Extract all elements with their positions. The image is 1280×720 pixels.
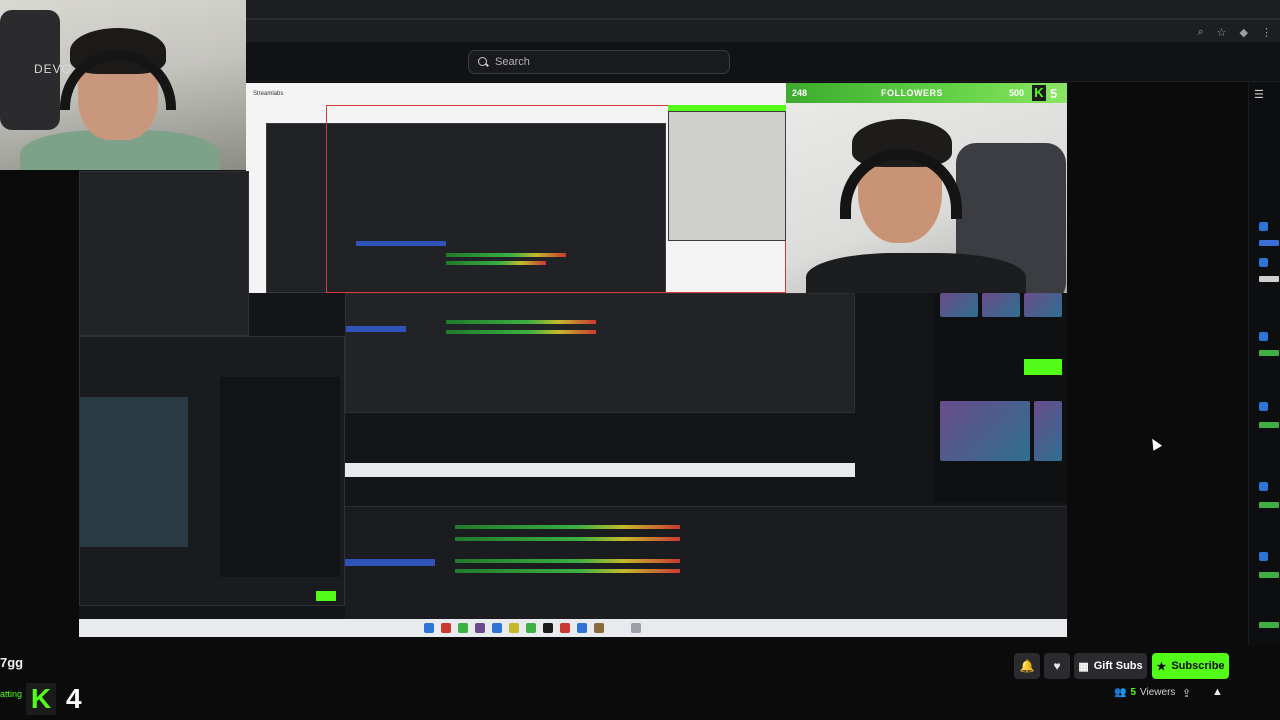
chat-badge-icon <box>1259 552 1268 561</box>
search-icon <box>478 57 488 67</box>
subscribe-button[interactable]: ★ Subscribe <box>1152 653 1229 679</box>
streamlabs-window-title: Streamlabs <box>253 91 284 97</box>
gift-subs-label: Gift Subs <box>1093 660 1143 672</box>
nested-windows-taskbar <box>79 619 1067 637</box>
nested-recommended-cards <box>934 293 1067 503</box>
followers-current: 248 <box>792 88 808 98</box>
browser-toolbar-icons: ⌕ ☆ ◆ ⋮ <box>1197 26 1272 39</box>
nested-taskbar-icon <box>441 623 451 633</box>
nested-enter-banner <box>1024 359 1062 375</box>
stream-info-bar: 7gg atting K 4 🔔 ♥ ▦ Gift Subs ★ Subscri… <box>0 645 1280 720</box>
nested-webcam <box>668 111 786 241</box>
extension-shield-icon[interactable]: ◆ <box>1240 26 1248 39</box>
nested-taskbar-icon <box>509 623 519 633</box>
nested-taskbar-icon <box>631 623 641 633</box>
nested-taskbar-icon <box>492 623 502 633</box>
kick-overlay-count: 4 <box>66 683 82 714</box>
chat-badge-icon <box>1259 482 1268 491</box>
nested-obs-docks <box>345 293 855 413</box>
chat-badge-icon <box>1259 332 1268 341</box>
followers-goal: 500 <box>1009 88 1025 98</box>
subscribe-label: Subscribe <box>1171 660 1225 672</box>
chat-username <box>1259 350 1279 356</box>
chat-message <box>1259 276 1279 282</box>
viewers-icon: 👥 <box>1114 687 1127 698</box>
notification-bell-button[interactable]: 🔔 <box>1014 653 1040 679</box>
nested-live-thumbnail <box>940 401 1030 461</box>
share-icon[interactable]: ⇪ <box>1182 687 1191 700</box>
nested-scene-selected <box>345 559 435 566</box>
nested-card-thumbnail <box>982 293 1020 317</box>
nested-scene-highlight <box>356 241 446 246</box>
nested-chat-send <box>316 591 336 601</box>
streamer-webcam-main <box>786 103 1067 293</box>
nested-kick-chat <box>220 377 340 577</box>
viewers-label: Viewers <box>1140 687 1176 698</box>
nested-card-thumbnail <box>1024 293 1062 317</box>
chat-badge-icon <box>1259 258 1268 267</box>
nested-kick-page <box>79 336 345 606</box>
browser-menu-icon[interactable]: ⋮ <box>1261 26 1272 39</box>
nested-taskbar-icon <box>577 623 587 633</box>
chat-panel-edge <box>1248 82 1280 672</box>
bookmark-star-icon[interactable]: ☆ <box>1217 26 1227 39</box>
chat-username <box>1259 422 1279 428</box>
chat-username <box>1259 572 1279 578</box>
followers-goal-bar: 248 FOLLOWERS 500 K 5 <box>786 83 1067 103</box>
gift-subs-button[interactable]: ▦ Gift Subs <box>1074 653 1147 679</box>
chair-logo: DEVO <box>34 62 73 76</box>
viewers-number: 5 <box>1130 687 1137 698</box>
nested-taskbar-icon <box>475 623 485 633</box>
nested-audio-meter <box>455 569 680 573</box>
nested-audio-meter <box>446 261 546 265</box>
viewer-count: 👥 5 Viewers <box>1114 687 1175 698</box>
nested-obs-bottom-docks <box>345 506 1067 623</box>
mouse-cursor-icon <box>1147 436 1163 451</box>
nested-audio-meter <box>446 320 596 324</box>
nested-scene-selected <box>346 326 406 332</box>
channel-name[interactable]: 7gg <box>0 655 23 670</box>
nested-card-thumbnail <box>940 293 978 317</box>
nested-audio-meter <box>455 537 680 541</box>
chat-username <box>1259 622 1279 628</box>
nested-audio-meter <box>446 330 596 334</box>
star-icon: ★ <box>1156 660 1167 673</box>
nested-taskbar-icon <box>560 623 570 633</box>
chat-username <box>1259 240 1279 246</box>
search-placeholder: Search <box>495 56 530 68</box>
webcam-overlay: DEVO <box>0 0 246 170</box>
nested-audio-meter <box>455 525 680 529</box>
nested-taskbar-icon <box>594 623 604 633</box>
nested-stream-preview: Streamlabs <box>246 83 786 293</box>
kick-count: 5 <box>1050 85 1058 101</box>
gift-icon: ▦ <box>1078 660 1089 673</box>
report-icon[interactable]: ▲ <box>1212 686 1223 698</box>
nested-taskbar <box>345 463 855 477</box>
nested-audio-meter <box>446 253 566 257</box>
category-link[interactable]: atting <box>0 689 22 699</box>
app-root: ⌕ ☆ ◆ ⋮ Search Streamlabs 248 FOLLOWERS … <box>0 0 1280 720</box>
zoom-icon[interactable]: ⌕ <box>1197 26 1203 39</box>
nested-kick-video <box>80 397 188 547</box>
chat-collapse-icon[interactable]: ☰ <box>1254 90 1266 101</box>
chat-username <box>1259 502 1279 508</box>
nested-taskbar-icon <box>526 623 536 633</box>
tab-strip <box>246 18 1280 20</box>
streamer-shirt <box>806 253 1026 293</box>
followers-label: FOLLOWERS <box>881 88 943 98</box>
nested-taskbar-icon <box>543 623 553 633</box>
kick-logo-icon: K <box>26 683 56 715</box>
nested-taskbar-icon <box>424 623 434 633</box>
follow-heart-button[interactable]: ♥ <box>1044 653 1070 679</box>
chat-badge-icon <box>1259 402 1268 411</box>
search-input[interactable]: Search <box>468 50 730 74</box>
nested-audio-meter <box>455 559 680 563</box>
nested-browser-panel <box>79 171 249 336</box>
kick-logo-icon: K <box>1032 85 1046 101</box>
chat-badge-icon <box>1259 222 1268 231</box>
nested-taskbar-icon <box>458 623 468 633</box>
nested-live-thumbnail <box>1034 401 1062 461</box>
